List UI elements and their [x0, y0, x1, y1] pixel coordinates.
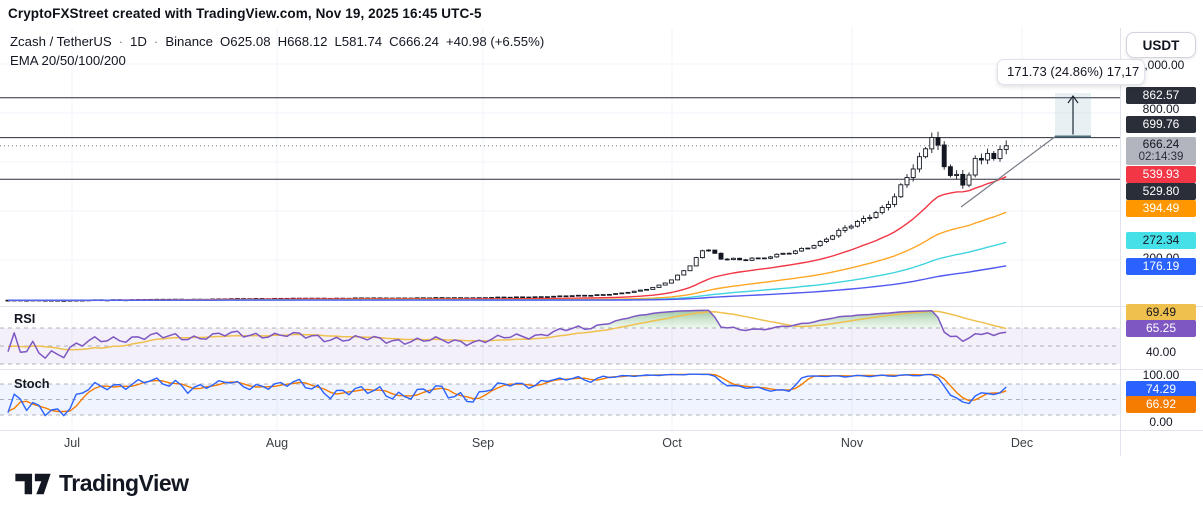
tradingview-mark-icon [14, 471, 52, 497]
bar-countdown: 02:14:39 [1126, 151, 1196, 164]
indicator-legend: EMA 20/50/100/200 [10, 52, 551, 70]
stoch-pane-label[interactable]: Stoch [14, 376, 50, 391]
attribution-text: CryptoFXStreet created with TradingView.… [8, 6, 482, 21]
time-axis-label: Sep [472, 436, 494, 450]
measure-tooltip: 171.73 (24.86%) 17,17 [997, 59, 1145, 85]
time-axis-label: Jul [64, 436, 80, 450]
ema100-line [8, 242, 1006, 300]
time-axis-label: Oct [662, 436, 682, 450]
price-badge: 699.76 [1126, 116, 1196, 133]
exchange-name: Binance [165, 34, 213, 49]
rsi-pane [0, 310, 1120, 364]
price-badge: 69.49 [1126, 304, 1196, 321]
ohlc-high: H668.12 [278, 34, 328, 49]
price-badge: 66.92 [1126, 396, 1196, 413]
tradingview-logo[interactable]: TradingView [14, 470, 189, 497]
stoch-pane [0, 374, 1120, 416]
time-axis[interactable]: Jul Aug Sep Oct Nov Dec [64, 436, 1033, 450]
ohlc-open: O625.08 [220, 34, 271, 49]
ohlc-close: C666.24 [389, 34, 439, 49]
symbol-title: Zcash / TetherUS [10, 34, 112, 49]
price-pane [0, 93, 1120, 301]
axis-tick: 100.00 [1126, 368, 1196, 382]
currency-toggle-button[interactable]: USDT [1126, 32, 1196, 58]
chart-legend[interactable]: Zcash / TetherUS · 1D · Binance O625.08 H668.1… [10, 33, 551, 70]
axis-tick: 800.00 [1126, 102, 1196, 116]
last-price-value: 666.24 [1126, 137, 1196, 151]
legend-row-main: Zcash / TetherUS · 1D · Binance O625.08 H668.1… [10, 33, 551, 51]
axis-tick: 0.00 [1126, 415, 1196, 429]
time-axis-label: Nov [841, 436, 864, 450]
ema20-line [8, 177, 1006, 301]
price-badge: 272.34 [1126, 232, 1196, 249]
rsi-pane-label[interactable]: RSI [14, 311, 35, 326]
price-change: +40.98 (+6.55%) [446, 34, 544, 49]
price-axis[interactable]: USDT 1,000.00800.00200.0040.00100.000.00… [1121, 28, 1203, 430]
price-badge: 394.49 [1126, 200, 1196, 217]
time-axis-label: Aug [266, 436, 288, 450]
price-badge: 862.57 [1126, 87, 1196, 104]
price-badge: 176.19 [1126, 258, 1196, 275]
candles-layer [6, 132, 1008, 302]
legend-separator: · [119, 34, 123, 49]
price-badge: 74.29 [1126, 381, 1196, 398]
time-axis-label: Dec [1011, 436, 1033, 450]
price-badge: 529.80 [1126, 183, 1196, 200]
price-badge: 539.93 [1126, 166, 1196, 183]
price-badge: 65.25 [1126, 320, 1196, 337]
tradingview-wordmark: TradingView [59, 470, 189, 497]
last-price-badge: 666.2402:14:39 [1126, 137, 1196, 165]
legend-separator: · [154, 34, 158, 49]
tradingview-widget-screenshot: Jul Aug Sep Oct Nov Dec CryptoFXStreet create… [0, 0, 1203, 516]
axis-tick: 40.00 [1126, 345, 1196, 359]
ema200-line [8, 266, 1006, 300]
ohlc-low: L581.74 [334, 34, 382, 49]
interval-value: 1D [130, 34, 147, 49]
